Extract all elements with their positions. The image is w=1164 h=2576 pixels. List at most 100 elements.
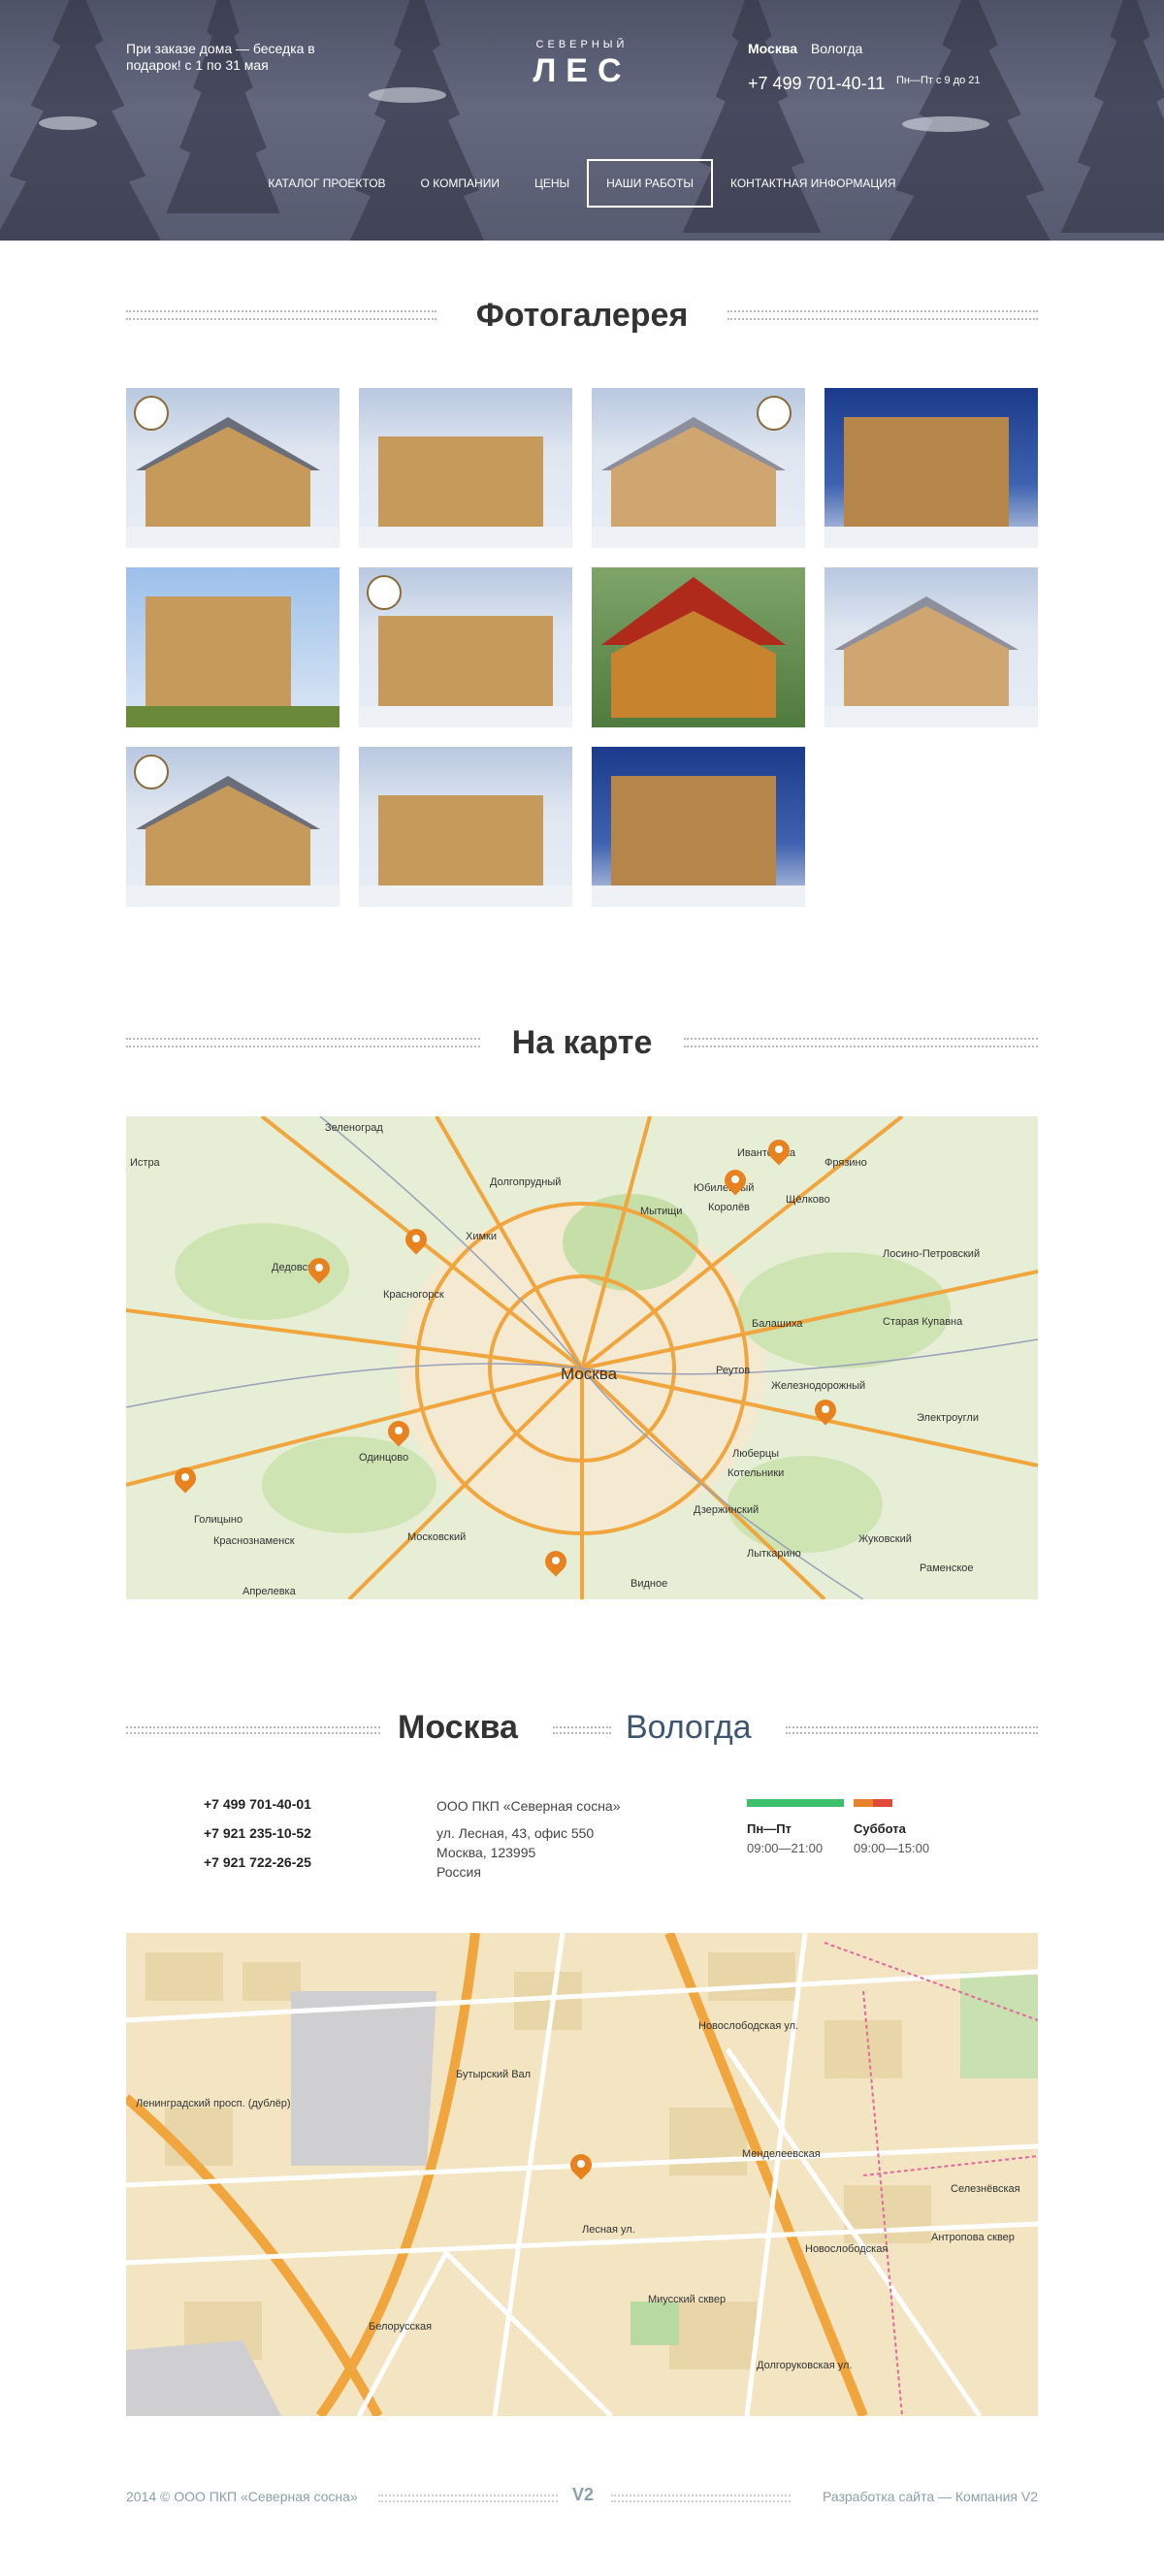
city-vologda[interactable]: Вологда bbox=[811, 41, 862, 56]
street-label: Новослободская ул. bbox=[698, 2020, 799, 2032]
gallery-photo[interactable] bbox=[592, 388, 805, 548]
map-label: Жуковский bbox=[858, 1533, 912, 1545]
schedule-days: Пн—Пт bbox=[747, 1821, 792, 1836]
gallery-photo[interactable] bbox=[824, 388, 1038, 548]
map-label: Дзержинский bbox=[694, 1504, 760, 1516]
street-label: Белорусская bbox=[369, 2321, 433, 2333]
address-line: Москва, 123995 bbox=[436, 1845, 536, 1860]
footer: 2014 © ООО ПКП «Северная сосна» V2 Разра… bbox=[126, 2483, 1038, 2512]
map-label: Истра bbox=[130, 1157, 160, 1169]
map-label: Краснознаменск bbox=[213, 1535, 295, 1547]
map-pin[interactable] bbox=[175, 1467, 196, 1497]
snow-decoration bbox=[39, 116, 97, 130]
map-pin[interactable] bbox=[545, 1551, 566, 1580]
map-label: Мытищи bbox=[640, 1206, 683, 1217]
divider-wave bbox=[553, 1726, 611, 1734]
promo-text: При заказе дома — беседка в подарок! с 1… bbox=[126, 41, 315, 73]
schedule-time: 09:00—21:00 bbox=[747, 1841, 824, 1855]
map-pin[interactable] bbox=[768, 1140, 790, 1169]
header-phone[interactable]: +7 499 701-40-11 bbox=[748, 74, 885, 94]
map-label: Апрелевка bbox=[242, 1586, 296, 1597]
gallery-photo[interactable] bbox=[126, 747, 340, 907]
map-pin[interactable] bbox=[725, 1170, 746, 1199]
divider-wave bbox=[684, 1038, 1038, 1047]
map-label: Зеленоград bbox=[325, 1122, 383, 1134]
snow-decoration bbox=[369, 87, 446, 103]
logo-main-text: ЛЕС bbox=[533, 52, 631, 89]
map-heading: На карте bbox=[126, 1024, 1038, 1063]
map-label: Видное bbox=[630, 1578, 668, 1590]
schedule-time: 09:00—15:00 bbox=[854, 1841, 930, 1855]
gallery-photo[interactable] bbox=[592, 747, 805, 907]
tab-vologda[interactable]: Вологда bbox=[626, 1709, 752, 1747]
map-label: Лосино-Петровский bbox=[883, 1248, 981, 1260]
gallery-photo[interactable] bbox=[126, 388, 340, 548]
street-label: Селезнёвская bbox=[951, 2183, 1020, 2195]
gallery-photo[interactable] bbox=[359, 388, 572, 548]
map-label: Старая Купавна bbox=[883, 1316, 963, 1328]
map-pin[interactable] bbox=[815, 1400, 836, 1429]
map-label: Москва bbox=[561, 1365, 618, 1383]
map-label: Реутов bbox=[716, 1365, 751, 1376]
schedule-days: Суббота bbox=[854, 1821, 906, 1836]
nav-about[interactable]: О КОМПАНИИ bbox=[404, 159, 517, 208]
footer-copyright: 2014 © ООО ПКП «Северная сосна» bbox=[126, 2489, 358, 2504]
region-map[interactable]: Зеленоград Долгопрудный Мытищи Королёв Ю… bbox=[126, 1116, 1038, 1599]
gallery-photo[interactable] bbox=[824, 567, 1038, 727]
site-logo[interactable]: СЕВЕРНЫЙ ЛЕС bbox=[514, 39, 650, 90]
gallery-photo[interactable] bbox=[359, 567, 572, 727]
weekday-bar bbox=[747, 1799, 844, 1807]
city-moscow[interactable]: Москва bbox=[748, 41, 797, 56]
map-label: Котельники bbox=[728, 1467, 785, 1479]
contact-phone[interactable]: +7 921 235-10-52 bbox=[204, 1825, 311, 1841]
street-label: Миусский сквер bbox=[648, 2294, 727, 2305]
street-label: Бутырский Вал bbox=[456, 2069, 532, 2080]
header-zigzag-edge bbox=[0, 233, 1164, 241]
map-label: Балашиха bbox=[752, 1318, 803, 1330]
map-pin[interactable] bbox=[570, 2154, 592, 2183]
nav-our-works[interactable]: НАШИ РАБОТЫ bbox=[587, 159, 713, 208]
map-label: Электроугли bbox=[917, 1412, 979, 1424]
street-label: Лесная ул. bbox=[582, 2224, 635, 2236]
company-name: ООО ПКП «Северная сосна» bbox=[436, 1798, 621, 1814]
gallery-photo[interactable] bbox=[126, 567, 340, 727]
footer-credit[interactable]: Разработка сайта — Компания V2 bbox=[823, 2489, 1038, 2504]
map-label: Красногорск bbox=[383, 1289, 444, 1301]
map-pin[interactable] bbox=[308, 1258, 330, 1287]
map-label: Люберцы bbox=[732, 1448, 780, 1460]
main-nav: КАТАЛОГ ПРОЕКТОВ О КОМПАНИИ ЦЕНЫ НАШИ РА… bbox=[0, 159, 1164, 208]
map-label: Долгопрудный bbox=[490, 1176, 562, 1188]
schedule-saturday: Суббота 09:00—15:00 bbox=[854, 1819, 929, 1858]
divider-wave bbox=[126, 1726, 380, 1734]
address-line: Россия bbox=[436, 1864, 481, 1880]
contact-phone[interactable]: +7 499 701-40-01 bbox=[204, 1796, 311, 1812]
street-map[interactable]: Белорусская Менделеевская Новослободская… bbox=[126, 1933, 1038, 2416]
divider-wave bbox=[378, 2495, 558, 2502]
street-label: Антропова сквер bbox=[931, 2232, 1015, 2243]
nav-catalog[interactable]: КАТАЛОГ ПРОЕКТОВ bbox=[250, 159, 403, 208]
map-label: Лыткарино bbox=[747, 1548, 801, 1560]
nav-contacts[interactable]: КОНТАКТНАЯ ИНФОРМАЦИЯ bbox=[713, 159, 914, 208]
tab-moscow[interactable]: Москва bbox=[398, 1709, 518, 1747]
contact-phone[interactable]: +7 921 722-26-25 bbox=[204, 1854, 311, 1870]
map-label: Дедовск bbox=[272, 1262, 312, 1273]
logo-top-text: СЕВЕРНЫЙ bbox=[535, 39, 629, 50]
map-label: Королёв bbox=[708, 1202, 750, 1213]
gallery-photo[interactable] bbox=[359, 747, 572, 907]
gallery-photo[interactable] bbox=[592, 567, 805, 727]
map-label: Фрязино bbox=[824, 1157, 867, 1169]
divider-wave bbox=[611, 2495, 791, 2502]
map-label: Голицыно bbox=[194, 1514, 243, 1526]
map-label: Московский bbox=[407, 1531, 467, 1543]
street-label: Менделеевская bbox=[742, 2148, 821, 2160]
city-switcher: Москва Вологда bbox=[748, 41, 872, 56]
developer-logo[interactable]: V2 bbox=[572, 2485, 594, 2505]
nav-prices[interactable]: ЦЕНЫ bbox=[517, 159, 587, 208]
divider-wave bbox=[786, 1726, 1038, 1734]
map-pin[interactable] bbox=[405, 1229, 427, 1258]
snow-decoration bbox=[902, 116, 989, 132]
map-pin[interactable] bbox=[388, 1421, 409, 1450]
street-label: Новослободская bbox=[805, 2243, 889, 2255]
map-label: Одинцово bbox=[359, 1452, 409, 1464]
map-label: Раменское bbox=[920, 1562, 974, 1574]
